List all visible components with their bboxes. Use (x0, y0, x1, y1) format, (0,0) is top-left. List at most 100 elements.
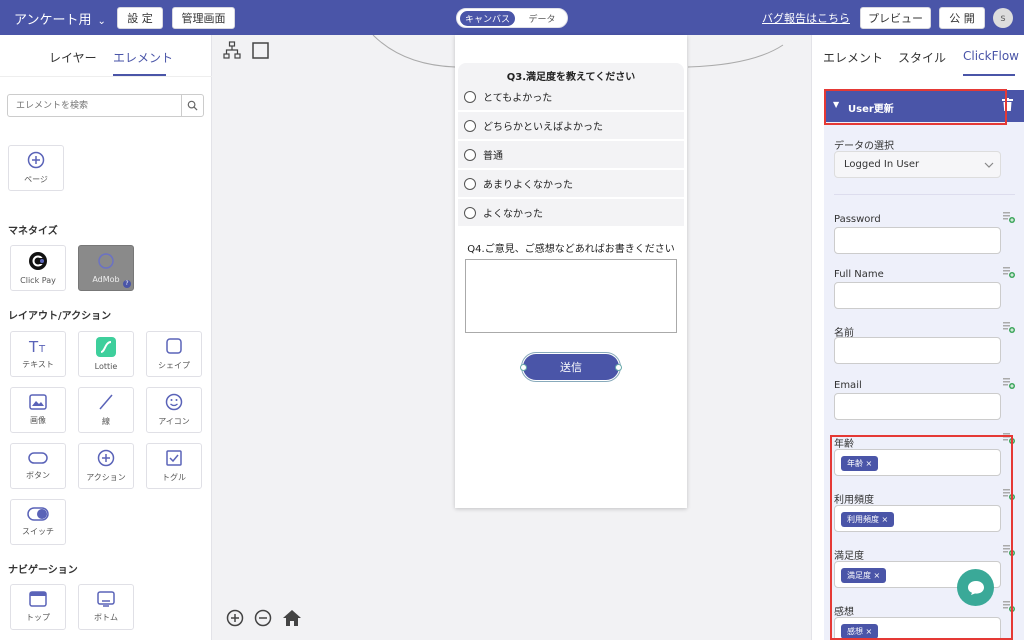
sitemap-icon[interactable] (223, 41, 241, 59)
svg-text:T: T (38, 344, 46, 354)
q4-title: Q4.ご意見、ご感想などあればお書きください (467, 244, 675, 255)
radio-button[interactable] (464, 206, 476, 219)
option-label: よくなかった (483, 209, 543, 220)
canvas-area[interactable]: Q3.満足度を教えてください とてもよかった どちらかといえばよかった 普通 あ… (213, 35, 811, 640)
resize-handle[interactable] (615, 364, 622, 371)
admob-tile[interactable]: AdMob ? (78, 245, 134, 291)
password-field[interactable] (834, 227, 1001, 254)
help-badge-icon: ? (123, 280, 131, 288)
radio-button[interactable] (464, 148, 476, 161)
app-title: アンケート用 (14, 13, 92, 28)
switch-icon (27, 507, 49, 521)
bottom-nav-tile[interactable]: ボトム (78, 584, 134, 630)
button-tile[interactable]: ボタン (10, 443, 66, 489)
bottom-nav-icon (97, 591, 115, 607)
comment-textarea[interactable] (465, 259, 677, 333)
highlight-frame (830, 435, 1013, 640)
tab-element[interactable]: エレメント (823, 49, 883, 66)
search-icon[interactable] (181, 95, 203, 116)
chat-bubble-icon (967, 580, 984, 595)
phone-screen: Q3.満足度を教えてください とてもよかった どちらかといえばよかった 普通 あ… (455, 35, 687, 508)
clickpay-tile[interactable]: Click Pay (10, 245, 66, 291)
submit-button[interactable]: 送信 (521, 352, 621, 382)
add-field-icon[interactable] (1003, 267, 1015, 278)
publish-button[interactable]: 公 開 (939, 7, 985, 29)
add-circle-icon (97, 449, 115, 467)
checkbox-icon (166, 450, 182, 466)
line-tile[interactable]: 線 (78, 387, 134, 433)
icon-tile[interactable]: アイコン (146, 387, 202, 433)
text-tile[interactable]: TT テキスト (10, 331, 66, 377)
top-bar: アンケート用 ⌄ 設 定 管理画面 キャンバス データ バグ報告はこちら プレビュ… (0, 0, 1024, 35)
tile-label: スイッチ (22, 527, 54, 536)
app-title-dropdown[interactable]: アンケート用 ⌄ (14, 9, 106, 28)
add-field-icon[interactable] (1003, 212, 1015, 223)
settings-button[interactable]: 設 定 (117, 7, 163, 29)
top-nav-icon (29, 591, 47, 607)
clickpay-logo-icon (29, 252, 47, 270)
resize-handle[interactable] (520, 364, 527, 371)
search-input[interactable] (8, 95, 178, 116)
text-icon: TT (28, 338, 46, 354)
option-label: どちらかといえばよかった (483, 122, 603, 133)
canvas-data-toggle[interactable]: キャンバス データ (456, 8, 568, 28)
password-label: Password (834, 214, 881, 225)
radio-option[interactable]: 普通 (458, 141, 684, 168)
frame-icon[interactable] (252, 42, 269, 59)
tile-label: ボトム (94, 613, 118, 622)
toggle-canvas[interactable]: キャンバス (460, 11, 515, 26)
radio-button[interactable] (464, 90, 476, 103)
highlight-frame (824, 89, 1007, 125)
home-icon[interactable] (282, 609, 302, 627)
radio-option[interactable]: とてもよかった (458, 83, 684, 110)
lottie-tile[interactable]: Lottie (78, 331, 134, 377)
shape-tile[interactable]: シェイプ (146, 331, 202, 377)
action-tile[interactable]: アクション (78, 443, 134, 489)
preview-button[interactable]: プレビュー (860, 7, 931, 29)
chevron-down-icon: ⌄ (97, 16, 106, 27)
button-shape-icon (28, 452, 48, 464)
tab-layer[interactable]: レイヤー (49, 49, 97, 66)
tab-element[interactable]: エレメント (113, 49, 173, 66)
tab-style[interactable]: スタイル (898, 49, 946, 66)
add-field-icon[interactable] (1003, 378, 1015, 389)
add-field-icon[interactable] (1003, 322, 1015, 333)
image-tile[interactable]: 画像 (10, 387, 66, 433)
switch-tile[interactable]: スイッチ (10, 499, 66, 545)
image-icon (29, 394, 47, 410)
toggle-data[interactable]: データ (519, 11, 565, 26)
radio-option[interactable]: どちらかといえばよかった (458, 112, 684, 139)
bug-report-link[interactable]: バグ報告はこちら (762, 10, 850, 26)
line-icon (99, 394, 113, 410)
tile-label: テキスト (22, 360, 54, 369)
active-tab-indicator (963, 74, 1015, 76)
email-field[interactable] (834, 393, 1001, 420)
data-select-value: Logged In User (844, 159, 920, 170)
radio-option[interactable]: あまりよくなかった (458, 170, 684, 197)
square-icon (166, 338, 182, 354)
toggle-tile[interactable]: トグル (146, 443, 202, 489)
layout-heading: レイアウト/アクション (8, 311, 112, 322)
data-select[interactable]: Logged In User (834, 151, 1001, 178)
name-field[interactable] (834, 337, 1001, 364)
avatar[interactable]: s (993, 8, 1013, 28)
tile-label: Click Pay (20, 276, 56, 285)
zoom-out-icon[interactable] (254, 609, 272, 627)
divider (0, 76, 212, 77)
admob-icon (98, 253, 114, 269)
radio-button[interactable] (464, 119, 476, 132)
zoom-in-icon[interactable] (226, 609, 244, 627)
page-tile[interactable]: ページ (8, 145, 64, 191)
tile-label: トグル (162, 473, 186, 482)
clickflow-body: ▼ User更新 データの選択 Logged In User Password … (824, 89, 1024, 640)
tile-label: シェイプ (158, 361, 190, 370)
email-label: Email (834, 380, 862, 391)
radio-button[interactable] (464, 177, 476, 190)
data-select-label: データの選択 (834, 141, 894, 152)
tab-clickflow[interactable]: ClickFlow (963, 49, 1019, 63)
top-nav-tile[interactable]: トップ (10, 584, 66, 630)
admin-button[interactable]: 管理画面 (172, 7, 235, 29)
radio-option[interactable]: よくなかった (458, 199, 684, 226)
full-name-field[interactable] (834, 282, 1001, 309)
chat-button[interactable] (957, 569, 994, 606)
